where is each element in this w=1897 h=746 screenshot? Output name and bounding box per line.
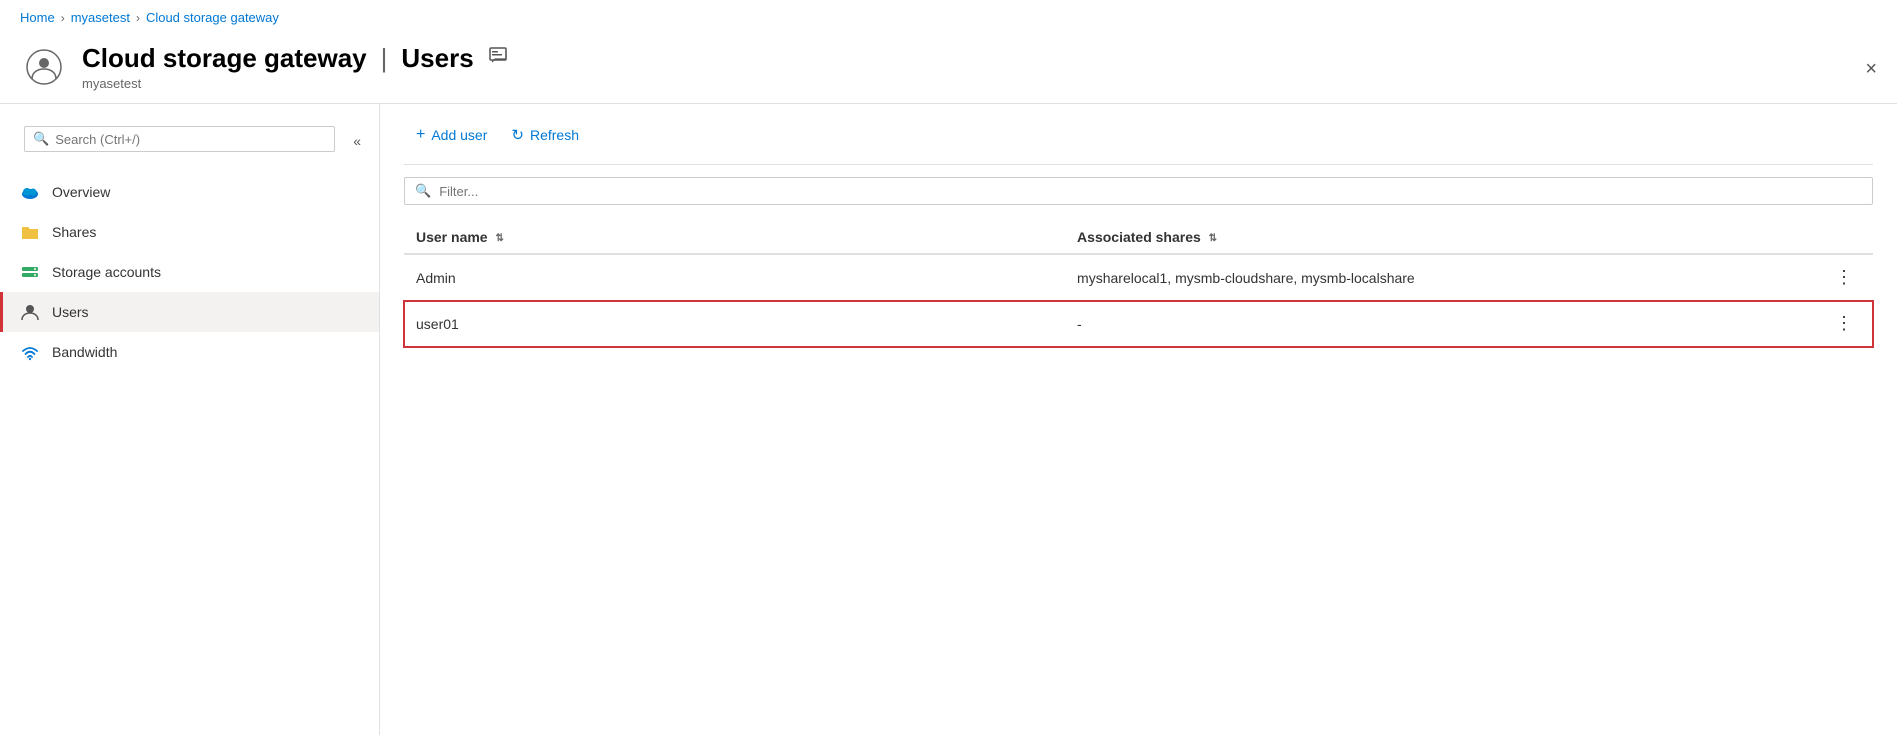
add-icon: + xyxy=(416,126,425,144)
filter-input[interactable] xyxy=(439,184,1862,199)
sort-username-icon[interactable]: ⇅ xyxy=(495,233,503,244)
cell-username: user01 xyxy=(404,301,1065,347)
col-username[interactable]: User name ⇅ xyxy=(404,221,1065,254)
breadcrumb-current[interactable]: Cloud storage gateway xyxy=(146,10,279,25)
sidebar-item-label: Overview xyxy=(52,184,110,200)
breadcrumb: Home › myasetest › Cloud storage gateway xyxy=(0,0,1897,35)
sidebar-item-storage-accounts[interactable]: Storage accounts xyxy=(0,252,379,292)
header-titles: Cloud storage gateway | Users myasetest xyxy=(82,43,1877,91)
table-row[interactable]: Admin mysharelocal1, mysmb-cloudshare, m… xyxy=(404,254,1873,301)
feedback-icon[interactable] xyxy=(488,46,508,71)
cell-actions: ⋮ xyxy=(1813,301,1873,347)
resource-name: Cloud storage gateway xyxy=(82,43,367,74)
section-name: Users xyxy=(401,43,473,74)
storage-icon xyxy=(20,262,40,282)
nav-menu: Overview Shares Storage accounts Users B… xyxy=(0,172,379,372)
cell-associated-shares: mysharelocal1, mysmb-cloudshare, mysmb-l… xyxy=(1065,254,1813,301)
search-input[interactable] xyxy=(55,132,326,147)
sort-shares-icon[interactable]: ⇅ xyxy=(1209,233,1217,244)
page-header: Cloud storage gateway | Users myasetest … xyxy=(0,35,1897,104)
resource-subtitle: myasetest xyxy=(82,76,1877,91)
sidebar-item-bandwidth[interactable]: Bandwidth xyxy=(0,332,379,372)
content-area: + Add user ↻ Refresh 🔍 User name ⇅ xyxy=(380,104,1897,735)
sidebar-search[interactable]: 🔍 xyxy=(24,126,335,152)
toolbar: + Add user ↻ Refresh xyxy=(404,120,1873,150)
refresh-button[interactable]: ↻ Refresh xyxy=(499,120,591,150)
sidebar-item-overview[interactable]: Overview xyxy=(0,172,379,212)
sidebar-item-label: Users xyxy=(52,304,89,320)
collapse-sidebar-button[interactable]: « xyxy=(347,131,367,151)
filter-bar[interactable]: 🔍 xyxy=(404,177,1873,205)
sidebar-item-shares[interactable]: Shares xyxy=(0,212,379,252)
cell-actions: ⋮ xyxy=(1813,254,1873,301)
breadcrumb-myasetest[interactable]: myasetest xyxy=(71,10,130,25)
add-user-label: Add user xyxy=(431,127,487,143)
cloud-icon xyxy=(20,182,40,202)
filter-icon: 🔍 xyxy=(415,183,431,199)
refresh-label: Refresh xyxy=(530,127,579,143)
sidebar-item-label: Storage accounts xyxy=(52,264,161,280)
page-title: Cloud storage gateway | Users xyxy=(82,43,1877,74)
row-more-button[interactable]: ⋮ xyxy=(1829,265,1861,290)
close-button[interactable]: × xyxy=(1865,59,1877,79)
cell-associated-shares: - xyxy=(1065,301,1813,347)
table-row[interactable]: user01 - ⋮ xyxy=(404,301,1873,347)
sidebar-item-users[interactable]: Users xyxy=(0,292,379,332)
search-icon: 🔍 xyxy=(33,131,49,147)
main-layout: 🔍 « Overview Shares Storage accounts Use… xyxy=(0,104,1897,735)
add-user-button[interactable]: + Add user xyxy=(404,120,499,150)
breadcrumb-sep1: › xyxy=(61,11,65,25)
wifi-icon xyxy=(20,342,40,362)
breadcrumb-home[interactable]: Home xyxy=(20,10,55,25)
breadcrumb-sep2: › xyxy=(136,11,140,25)
table-body: Admin mysharelocal1, mysmb-cloudshare, m… xyxy=(404,254,1873,347)
cell-username: Admin xyxy=(404,254,1065,301)
table-header: User name ⇅ Associated shares ⇅ xyxy=(404,221,1873,254)
row-more-button[interactable]: ⋮ xyxy=(1829,311,1861,336)
user-icon xyxy=(20,302,40,322)
col-associated-shares[interactable]: Associated shares ⇅ xyxy=(1065,221,1813,254)
sidebar-item-label: Shares xyxy=(52,224,96,240)
users-table: User name ⇅ Associated shares ⇅ Admin my… xyxy=(404,221,1873,347)
title-separator: | xyxy=(381,43,388,74)
sidebar: 🔍 « Overview Shares Storage accounts Use… xyxy=(0,104,380,735)
refresh-icon: ↻ xyxy=(511,126,524,144)
resource-icon xyxy=(20,43,68,91)
sidebar-item-label: Bandwidth xyxy=(52,344,117,360)
toolbar-divider xyxy=(404,164,1873,165)
folder-icon xyxy=(20,222,40,242)
